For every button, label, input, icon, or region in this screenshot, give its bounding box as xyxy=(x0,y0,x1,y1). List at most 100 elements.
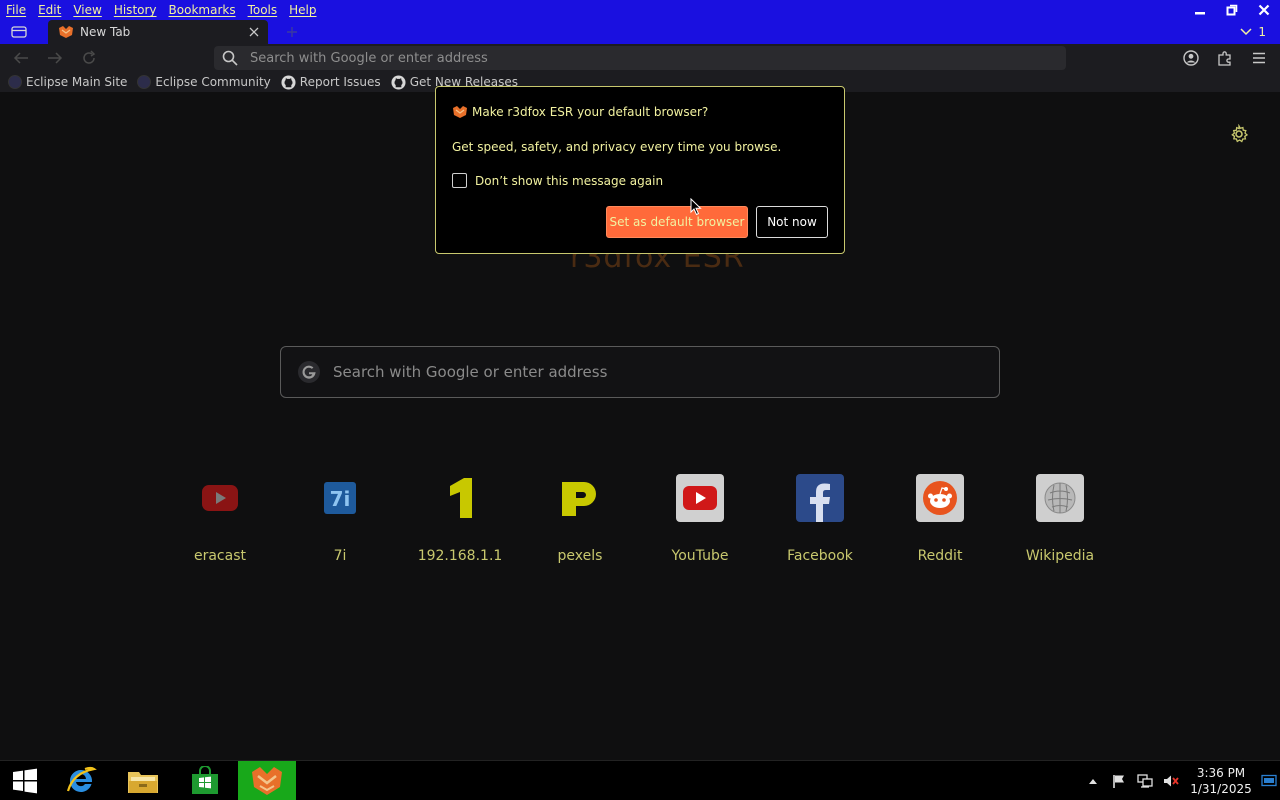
new-tab-button[interactable] xyxy=(282,22,302,42)
dialog-title: Make r3dfox ESR your default browser? xyxy=(452,105,708,119)
reddit-icon xyxy=(916,474,964,522)
menu-bookmarks[interactable]: Bookmarks xyxy=(163,0,242,20)
r3dfox-icon xyxy=(59,26,73,38)
address-bar[interactable] xyxy=(214,46,1066,70)
site-icon xyxy=(8,75,22,89)
taskbar-store[interactable] xyxy=(176,761,234,800)
bookmark-label: Report Issues xyxy=(299,75,381,89)
folder-icon xyxy=(128,772,158,793)
shortcut-label: eracast xyxy=(193,548,246,564)
account-icon xyxy=(1183,50,1199,66)
back-button[interactable] xyxy=(10,48,32,68)
default-browser-dialog: Make r3dfox ESR your default browser? Ge… xyxy=(435,86,845,254)
menu-file[interactable]: File xyxy=(0,0,32,20)
bookmark-eclipse-community[interactable]: Eclipse Community xyxy=(137,75,271,89)
extensions-button[interactable] xyxy=(1214,48,1236,68)
hamburger-menu-icon xyxy=(1253,52,1265,64)
network-button[interactable] xyxy=(1134,770,1156,792)
page-search-input[interactable] xyxy=(333,363,973,381)
shortcut-reddit[interactable]: Reddit xyxy=(880,472,1000,582)
app-menu-button[interactable] xyxy=(1248,48,1270,68)
menu-history[interactable]: History xyxy=(108,0,163,20)
r3dfox-icon xyxy=(453,106,467,118)
set-default-browser-button[interactable]: Set as default browser xyxy=(606,206,748,238)
youtube-icon xyxy=(676,474,724,522)
internet-explorer-icon xyxy=(66,766,97,792)
url-input[interactable] xyxy=(250,50,1030,66)
facebook-icon xyxy=(796,474,844,522)
site-icon xyxy=(137,75,152,89)
chevron-up-icon xyxy=(1089,779,1097,784)
shortcut-7i[interactable]: 7i 7i xyxy=(280,472,400,582)
network-icon xyxy=(1137,774,1153,788)
shortcut-label: Wikipedia xyxy=(1025,548,1095,564)
show-desktop-button[interactable] xyxy=(1258,761,1280,800)
shortcut-eracast[interactable]: eracast xyxy=(160,472,280,582)
bookmark-eclipse-main-site[interactable]: Eclipse Main Site xyxy=(8,75,127,89)
tab-new-tab[interactable]: New Tab xyxy=(48,20,268,44)
close-icon xyxy=(249,27,259,37)
action-center-button[interactable] xyxy=(1108,770,1130,792)
shortcut-pexels[interactable]: pexels xyxy=(520,472,640,582)
dont-show-again-checkbox[interactable] xyxy=(452,173,467,188)
volume-button[interactable] xyxy=(1160,770,1182,792)
dialog-message: Get speed, safety, and privacy every tim… xyxy=(452,140,782,154)
shortcut-label: YouTube xyxy=(671,548,729,564)
youtube-icon xyxy=(196,474,244,522)
bookmark-label: Eclipse Main Site xyxy=(26,75,128,89)
tab-overflow-button[interactable]: 1 xyxy=(1240,22,1266,42)
windows-logo-icon xyxy=(13,768,37,794)
minimize-icon xyxy=(1195,12,1205,15)
taskbar-r3dfox[interactable] xyxy=(238,761,296,800)
bookmark-label: Eclipse Community xyxy=(155,75,271,89)
dont-show-again-option[interactable]: Don’t show this message again xyxy=(452,173,663,188)
forward-arrow-icon xyxy=(48,52,63,64)
tab-list-icon xyxy=(11,26,27,38)
clock-time: 3:36 PM xyxy=(1196,766,1246,780)
gear-icon xyxy=(1231,123,1249,143)
reload-button[interactable] xyxy=(78,48,100,68)
account-button[interactable] xyxy=(1180,48,1202,68)
tab-bar: New Tab 1 xyxy=(0,20,1280,44)
taskbar-file-explorer[interactable] xyxy=(114,761,172,800)
tab-title: New Tab xyxy=(80,25,131,39)
menu-edit[interactable]: Edit xyxy=(32,0,67,20)
shortcut-youtube[interactable]: YouTube xyxy=(640,472,760,582)
dialog-title-text: Make r3dfox ESR your default browser? xyxy=(472,105,709,119)
menu-help[interactable]: Help xyxy=(283,0,322,20)
taskbar-clock[interactable]: 3:36 PM 1/31/2025 xyxy=(1186,765,1256,797)
show-hidden-icons-button[interactable] xyxy=(1082,770,1104,792)
restore-icon xyxy=(1226,4,1238,16)
digit-one-icon xyxy=(436,474,484,522)
tab-list-button[interactable] xyxy=(8,23,30,41)
taskbar-internet-explorer[interactable] xyxy=(52,761,110,800)
bookmark-report-issues[interactable]: Report Issues xyxy=(281,74,381,90)
clock-date: 1/31/2025 xyxy=(1190,782,1252,796)
shortcut-wikipedia[interactable]: Wikipedia xyxy=(1000,472,1120,582)
page-search-box[interactable] xyxy=(280,346,1000,398)
start-button[interactable] xyxy=(0,761,50,800)
minimize-button[interactable] xyxy=(1184,0,1216,20)
reload-icon xyxy=(83,50,96,64)
back-arrow-icon xyxy=(13,52,28,64)
navigation-bar xyxy=(0,44,1280,72)
close-tab-button[interactable] xyxy=(244,22,264,42)
search-icon xyxy=(222,50,238,66)
forward-button[interactable] xyxy=(44,48,66,68)
customize-button[interactable] xyxy=(1229,123,1249,144)
shortcut-192-168-1-1[interactable]: 192.168.1.1 xyxy=(400,472,520,582)
notification-icon xyxy=(1261,774,1277,787)
restore-button[interactable] xyxy=(1216,0,1248,20)
shortcut-facebook[interactable]: Facebook xyxy=(760,472,880,582)
taskbar: 3:36 PM 1/31/2025 xyxy=(0,760,1280,800)
menu-view[interactable]: View xyxy=(67,0,107,20)
close-window-button[interactable] xyxy=(1248,0,1280,20)
shortcut-label: Facebook xyxy=(787,548,853,564)
pexels-icon xyxy=(556,474,604,522)
github-icon xyxy=(391,74,406,90)
7i-icon: 7i xyxy=(316,474,364,522)
github-icon xyxy=(281,74,296,90)
menu-tools[interactable]: Tools xyxy=(242,0,284,20)
store-icon xyxy=(192,766,218,794)
not-now-button[interactable]: Not now xyxy=(756,206,828,238)
